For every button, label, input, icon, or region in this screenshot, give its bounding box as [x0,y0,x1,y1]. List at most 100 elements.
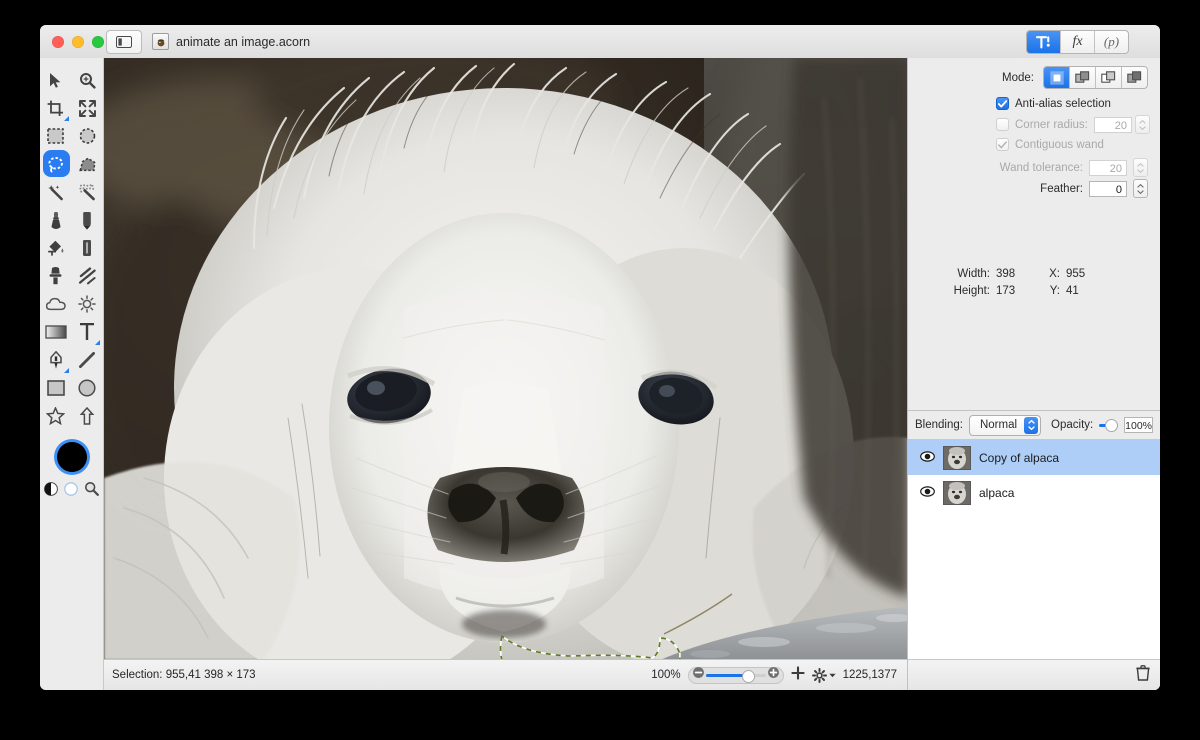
add-to-selection-button[interactable] [1070,67,1096,88]
tool-palette [40,58,104,690]
tool-pencil[interactable] [72,206,104,234]
tool-brush[interactable] [40,206,72,234]
tool-arrow-shape[interactable] [72,402,104,430]
inspector-panel: Mode: Anti-alias selection Corner radius… [908,58,1160,690]
tool-bezier-pen[interactable] [40,346,72,374]
opacity-slider-knob[interactable] [1105,419,1119,432]
layer-thumbnail [943,480,971,505]
wand-tolerance-field[interactable]: 20 [1089,159,1127,176]
corner-radius-checkbox[interactable] [996,118,1009,131]
submenu-indicator[interactable] [95,340,100,345]
submenu-indicator[interactable] [63,368,69,373]
tool-zoom[interactable] [72,66,104,94]
tab-palette-label: (p) [1103,34,1120,49]
image-canvas[interactable] [104,58,908,660]
zoom-in-icon[interactable] [767,666,780,684]
color-picker-magnifier-icon[interactable] [84,481,99,501]
blending-mode-popup[interactable]: Normal [968,414,1042,436]
tool-smudge[interactable] [72,262,104,290]
layer-name[interactable]: alpaca [979,486,1014,500]
tool-star-shape[interactable] [40,402,72,430]
minimize-button[interactable] [72,36,84,48]
tool-instant-alpha[interactable] [72,178,104,206]
close-button[interactable] [52,36,64,48]
pen-icon [49,350,63,370]
submenu-indicator[interactable] [63,116,69,121]
opacity-value-field[interactable]: 100% [1124,417,1153,433]
tool-line[interactable] [72,346,104,374]
opacity-slider[interactable] [1099,419,1119,432]
tool-ellipse-select[interactable] [72,122,104,150]
intersect-selection-button[interactable] [1122,67,1147,88]
clone-stamp-icon [48,267,63,285]
background-color-swatch[interactable] [64,481,78,501]
tab-filters-label: fx [1072,34,1083,49]
tab-palette[interactable]: (p) [1095,31,1128,53]
cloud-blur-icon [45,297,66,311]
subtract-from-selection-button[interactable] [1096,67,1122,88]
arrow-shape-icon [80,407,95,425]
crop-icon [47,100,64,117]
height-label: Height: [953,285,990,297]
tool-transform[interactable] [72,94,104,122]
zoom-slider[interactable] [687,666,784,684]
feather-stepper[interactable] [1133,179,1148,198]
delete-layer-button[interactable] [1136,664,1150,686]
corner-radius-label: Corner radius: [1015,118,1088,131]
inspector-mode-segmented-control[interactable]: fx (p) [1026,30,1129,54]
tool-paint-bucket[interactable] [40,234,72,262]
tool-clone-stamp[interactable] [40,262,72,290]
tool-rectangle-shape[interactable] [40,374,72,402]
foreground-color-swatch[interactable] [56,442,87,472]
tool-dodge-burn[interactable] [72,290,104,318]
antialias-label: Anti-alias selection [1015,97,1111,110]
tool-lasso-select[interactable] [40,150,72,178]
layer-visibility-toggle[interactable] [920,485,935,500]
tab-filters[interactable]: fx [1061,31,1095,53]
layer-visibility-toggle[interactable] [920,450,935,465]
chevron-down-icon [829,673,836,677]
zoom-slider-knob[interactable] [741,669,755,683]
wand-tolerance-stepper[interactable] [1133,158,1148,177]
magnifier-icon [79,72,96,89]
tool-ellipse-shape[interactable] [72,374,104,402]
layer-row-alpaca[interactable]: alpaca [908,475,1160,510]
zoom-button[interactable] [92,36,104,48]
color-well [40,442,103,501]
tool-eraser[interactable] [72,234,104,262]
feather-field[interactable]: 0 [1089,180,1127,197]
swap-colors-icon[interactable] [44,481,58,501]
tool-polygon-select[interactable] [72,150,104,178]
lasso-icon [47,156,64,173]
layer-settings-button[interactable] [811,667,836,683]
popup-chevrons-icon[interactable] [1024,416,1039,434]
add-layer-button[interactable] [790,665,805,685]
layer-name[interactable]: Copy of alpaca [979,451,1059,465]
tool-crop[interactable] [40,94,72,122]
zoom-out-icon[interactable] [692,666,705,684]
sidebar-toggle-button[interactable] [106,30,142,54]
corner-radius-stepper[interactable] [1135,115,1150,134]
antialias-checkbox[interactable] [996,97,1009,110]
new-selection-button[interactable] [1044,67,1070,88]
selection-mode-segmented-control[interactable] [1043,66,1148,89]
tool-text[interactable] [72,318,104,346]
trash-icon [1136,664,1150,681]
dodge-burn-icon [78,295,96,313]
document-title: animate an image.acorn [176,34,311,49]
corner-radius-field[interactable]: 20 [1094,116,1132,133]
new-selection-icon [1049,70,1064,85]
tool-move[interactable] [40,66,72,94]
tool-magic-wand[interactable] [40,178,72,206]
image-dimensions-label: 1225,1377 [842,669,897,681]
contiguous-wand-checkbox[interactable] [996,138,1009,151]
tool-options-pane: Mode: Anti-alias selection Corner radius… [908,58,1160,410]
tool-rect-select[interactable] [40,122,72,150]
tool-blur[interactable] [40,290,72,318]
document-title-group: animate an image.acorn [152,25,310,58]
layers-panel: Blending: Normal Opacity: 100% Copy of a… [908,410,1160,690]
selection-info: Selection: 955,41 398 × 173 [112,669,256,681]
layer-row-copy-of-alpaca[interactable]: Copy of alpaca [908,440,1160,475]
tab-tools[interactable] [1027,31,1061,53]
tool-gradient[interactable] [40,318,72,346]
